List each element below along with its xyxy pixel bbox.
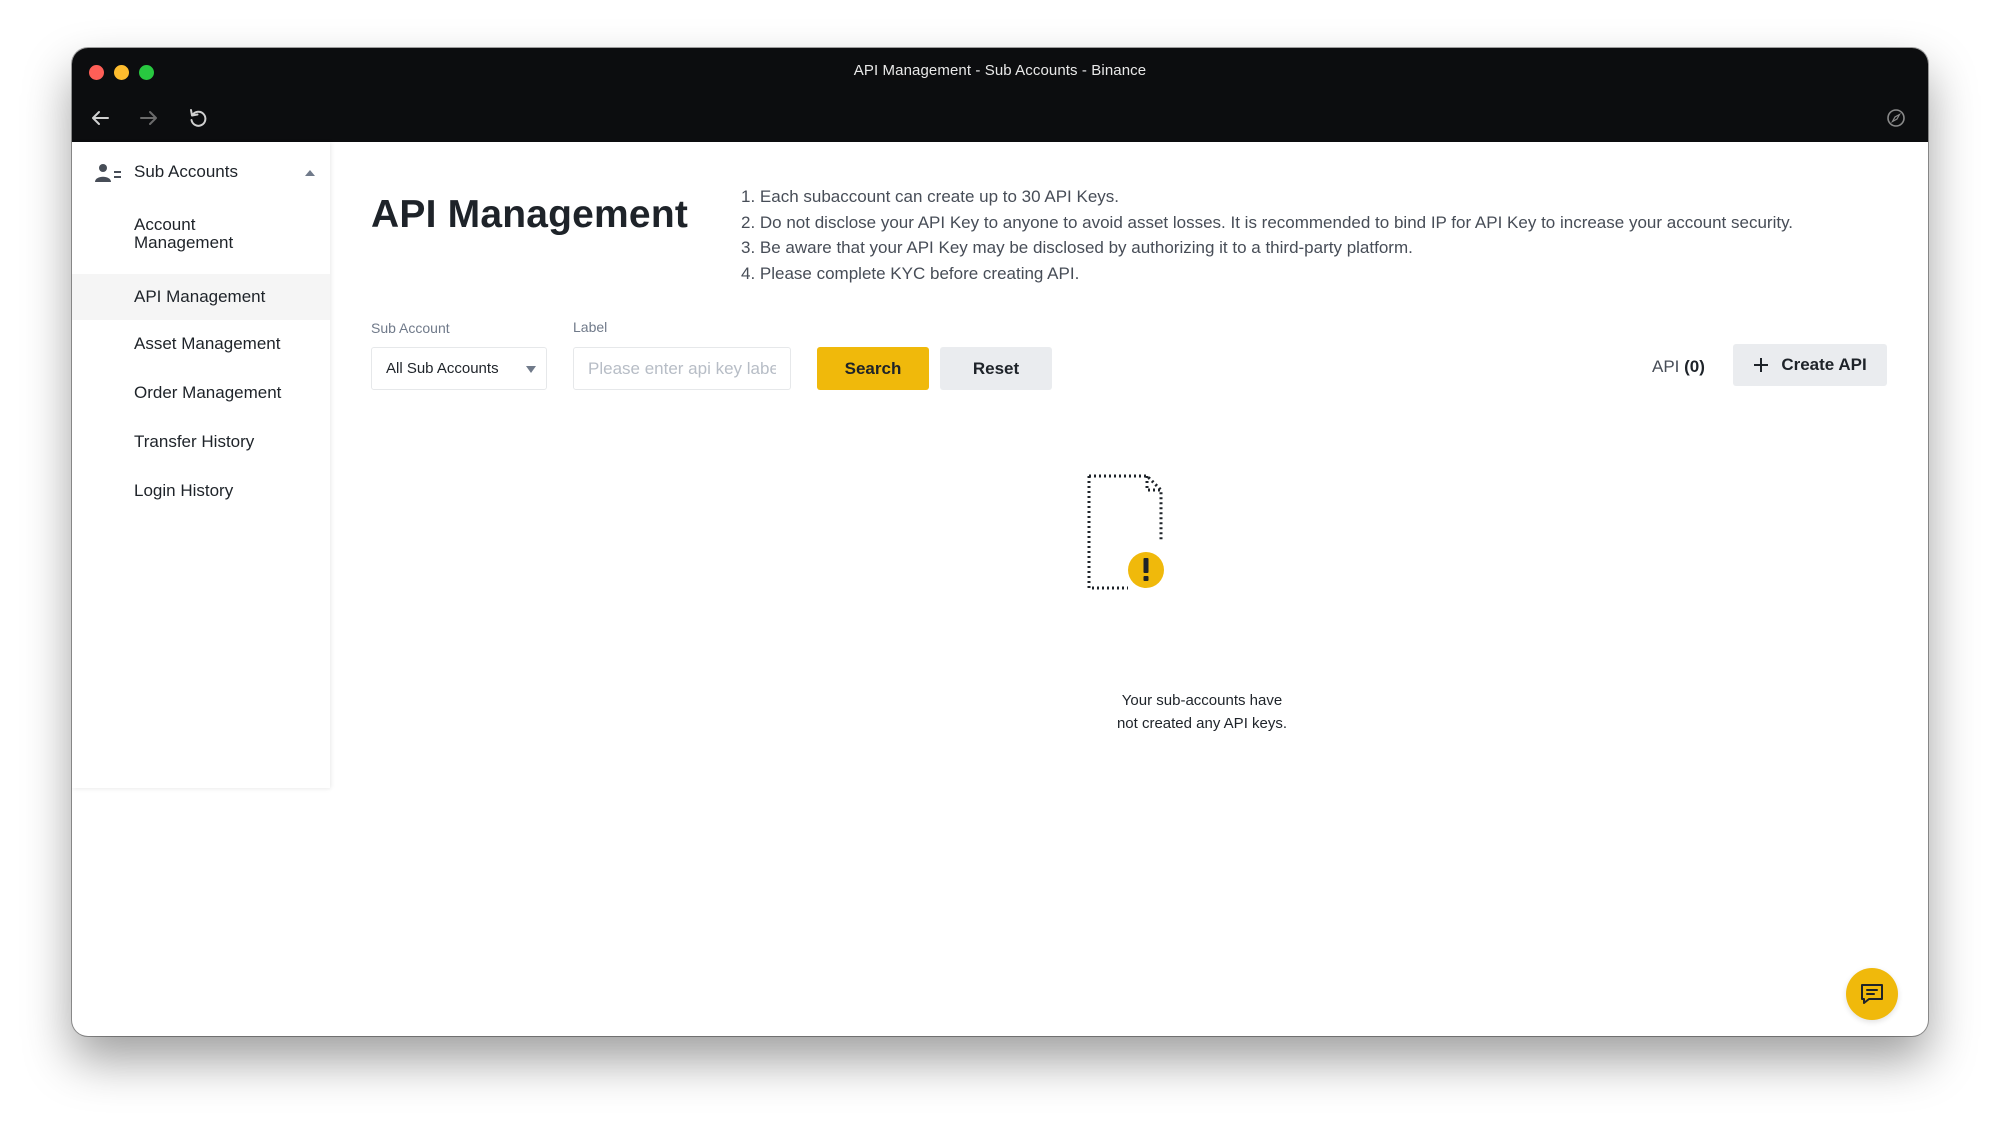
app-window: API Management - Sub Accounts - Binance [72,48,1928,1036]
reset-button[interactable]: Reset [940,347,1052,390]
title-bar: API Management - Sub Accounts - Binance [72,48,1928,142]
arrow-right-icon [140,111,157,125]
chat-icon [1861,984,1883,1004]
sidebar-item-asset-management[interactable]: Asset Management [72,322,330,366]
sidebar-item-api-management[interactable]: API Management [72,274,330,320]
chat-support-button[interactable] [1846,968,1898,1020]
create-api-label: Create API [1781,355,1867,374]
search-button[interactable]: Search [817,347,929,390]
api-count-value: (0) [1684,357,1705,376]
user-group-icon [95,164,121,182]
sub-account-select[interactable]: All Sub Accounts [371,347,547,390]
back-button[interactable] [86,104,114,132]
sidebar-section-label: Sub Accounts [134,162,238,181]
sidebar-item-label: Transfer History [134,432,255,451]
label-input[interactable] [573,347,791,390]
sidebar-item-label: API Management [134,287,266,306]
api-count: API (0) [1652,357,1705,377]
sub-account-selected-value: All Sub Accounts [386,360,499,377]
compass-icon [1887,109,1905,127]
empty-state-line: Your sub-accounts have [1121,692,1283,709]
plus-icon [1754,358,1769,372]
sub-account-label: Sub Account [371,320,450,336]
sidebar-item-label: Login History [134,481,234,500]
sidebar-item-label: Account Management [134,215,234,252]
note-line: 4. Please complete KYC before creating A… [741,264,1080,284]
sidebar-section-sub-accounts[interactable]: Sub Accounts [72,152,330,192]
api-notes: 1. Each subaccount can create up to 30 A… [741,184,1793,287]
compass-button[interactable] [1882,104,1910,132]
sidebar-item-label: Asset Management [134,334,281,353]
sidebar-item-account-management[interactable]: Account Management [72,216,330,264]
arrow-left-icon [92,111,109,125]
label-field-label: Label [573,319,608,335]
reload-button[interactable] [184,104,212,132]
caret-up-icon[interactable] [304,169,316,177]
note-line: 1. Each subaccount can create up to 30 A… [741,187,1120,206]
create-api-button[interactable]: Create API [1733,344,1887,386]
sidebar-item-order-management[interactable]: Order Management [72,371,330,415]
empty-state-message: Your sub-accounts have not created any A… [1052,689,1352,735]
page-title: API Management [371,193,689,236]
api-count-prefix: API [1652,357,1685,376]
sidebar: Sub Accounts Account Management API Mana… [72,142,330,788]
empty-document-icon [1087,474,1164,590]
window-title: API Management - Sub Accounts - Binance [853,62,1147,79]
forward-button[interactable] [135,104,163,132]
reload-icon [190,109,207,127]
note-line: 3. Be aware that your API Key may be dis… [741,238,1413,258]
caret-down-icon [526,366,536,373]
sidebar-item-transfer-history[interactable]: Transfer History [72,420,330,464]
note-line: 2. Do not disclose your API Key to anyon… [741,212,1794,232]
empty-state-line: not created any API keys. [1116,715,1288,732]
sidebar-item-login-history[interactable]: Login History [72,469,330,513]
sidebar-item-label: Order Management [134,383,282,402]
